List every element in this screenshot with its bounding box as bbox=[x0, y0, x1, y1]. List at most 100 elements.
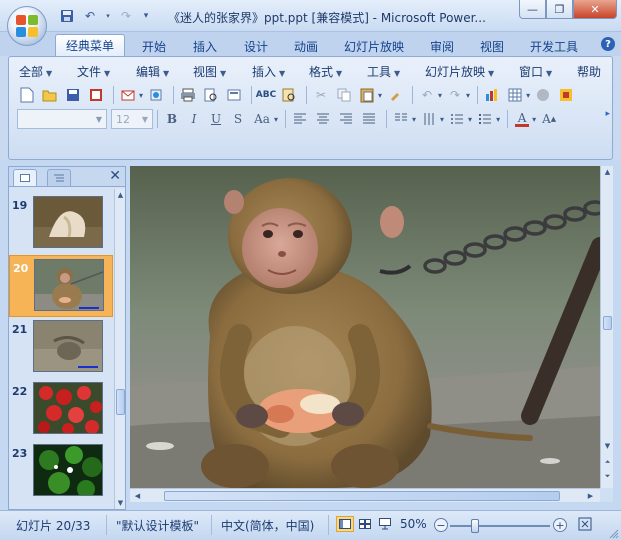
help-icon[interactable]: ? bbox=[601, 37, 615, 51]
toolbar-overflow-icon[interactable]: ▸ bbox=[605, 109, 610, 119]
menu-window[interactable]: 窗口 ▼ bbox=[519, 63, 552, 80]
open-folder-icon[interactable] bbox=[40, 85, 60, 105]
slide-horizontal-scrollbar[interactable]: ◀ ▶ bbox=[130, 488, 600, 502]
print-preview-icon[interactable] bbox=[201, 85, 221, 105]
menu-tools[interactable]: 工具 ▼ bbox=[367, 63, 400, 80]
grayscale-icon[interactable] bbox=[533, 85, 553, 105]
spelling-icon[interactable]: ABC bbox=[256, 85, 276, 105]
save-icon[interactable] bbox=[63, 85, 83, 105]
resize-grip-icon[interactable] bbox=[609, 528, 619, 539]
slide-thumbnail-selected[interactable]: 20 bbox=[9, 255, 113, 317]
chevron-down-icon[interactable]: ▾ bbox=[526, 91, 530, 100]
zoom-out-button[interactable]: − bbox=[434, 518, 448, 532]
format-painter-icon[interactable] bbox=[385, 85, 405, 105]
insert-chart-icon[interactable] bbox=[482, 85, 502, 105]
tab-developer[interactable]: 开发工具 bbox=[530, 38, 578, 58]
fit-to-window-button[interactable] bbox=[576, 516, 594, 532]
font-size-select[interactable]: 12 ▼ bbox=[111, 109, 153, 129]
close-icon[interactable]: ✕ bbox=[109, 168, 121, 184]
justify-icon[interactable] bbox=[359, 109, 379, 129]
tab-design[interactable]: 设计 bbox=[244, 38, 268, 58]
layout-icon[interactable] bbox=[224, 85, 244, 105]
normal-view-button[interactable] bbox=[336, 516, 354, 532]
zoom-level[interactable]: 50% bbox=[400, 517, 427, 531]
underline-button[interactable]: U bbox=[206, 109, 226, 129]
scroll-down-icon[interactable]: ▼ bbox=[602, 440, 613, 452]
menu-insert[interactable]: 插入 ▼ bbox=[252, 63, 285, 80]
paste-icon[interactable] bbox=[357, 85, 377, 105]
slides-tab[interactable] bbox=[13, 169, 37, 186]
menu-all[interactable]: 全部 ▼ bbox=[19, 63, 52, 80]
slide-canvas[interactable] bbox=[130, 166, 600, 488]
tab-animations[interactable]: 动画 bbox=[294, 38, 318, 58]
redo-icon[interactable]: ↷ bbox=[445, 85, 465, 105]
chevron-down-icon[interactable]: ▾ bbox=[468, 115, 472, 124]
close-button[interactable]: ✕ bbox=[573, 0, 617, 19]
minimize-button[interactable]: — bbox=[519, 0, 546, 19]
menu-view[interactable]: 视图 ▼ bbox=[193, 63, 226, 80]
chevron-down-icon[interactable]: ▾ bbox=[440, 115, 444, 124]
menu-help[interactable]: 帮助 bbox=[577, 63, 601, 80]
scroll-down-icon[interactable]: ▼ bbox=[115, 497, 126, 509]
publish-icon[interactable] bbox=[146, 85, 166, 105]
redo-icon[interactable]: ↷ bbox=[117, 8, 135, 24]
menu-slideshow[interactable]: 幻灯片放映 ▼ bbox=[425, 63, 494, 80]
previous-slide-icon[interactable]: ⏶ bbox=[602, 456, 613, 468]
align-center-icon[interactable] bbox=[313, 109, 333, 129]
scroll-up-icon[interactable]: ▲ bbox=[115, 189, 126, 201]
chevron-down-icon[interactable]: ▾ bbox=[378, 91, 382, 100]
chevron-down-icon[interactable]: ▾ bbox=[466, 91, 470, 100]
slide-vertical-scrollbar[interactable]: ▲ ▼ ⏶ ⏷ bbox=[600, 166, 613, 488]
columns-icon[interactable] bbox=[391, 109, 411, 129]
email-icon[interactable] bbox=[118, 85, 138, 105]
language-indicator[interactable]: 中文(简体，中国) bbox=[221, 517, 314, 534]
font-name-select[interactable]: ▼ bbox=[17, 109, 107, 129]
undo-dropdown-icon[interactable]: ▾ bbox=[104, 8, 112, 24]
slide-thumbnail[interactable]: 21 bbox=[9, 317, 113, 379]
tab-review[interactable]: 审阅 bbox=[430, 38, 454, 58]
align-left-icon[interactable] bbox=[290, 109, 310, 129]
undo-icon[interactable]: ↶ bbox=[81, 8, 99, 24]
maximize-button[interactable]: ❐ bbox=[546, 0, 573, 19]
permission-icon[interactable] bbox=[86, 85, 106, 105]
template-name[interactable]: "默认设计模板" bbox=[116, 517, 199, 534]
change-case-button[interactable]: Aa bbox=[250, 109, 274, 129]
save-icon[interactable] bbox=[58, 8, 76, 24]
scroll-thumb[interactable] bbox=[116, 389, 125, 415]
tab-view[interactable]: 视图 bbox=[480, 38, 504, 58]
slideshow-button[interactable] bbox=[376, 516, 394, 532]
outline-tab[interactable] bbox=[47, 169, 71, 186]
slide-thumbnail[interactable]: 23 bbox=[9, 441, 113, 503]
font-color-button[interactable]: A bbox=[512, 109, 532, 129]
color-grid-icon[interactable] bbox=[556, 85, 576, 105]
qat-customize-icon[interactable]: ▾ bbox=[140, 8, 152, 24]
cut-icon[interactable]: ✂ bbox=[311, 85, 331, 105]
scroll-up-icon[interactable]: ▲ bbox=[602, 166, 613, 178]
menu-format[interactable]: 格式 ▼ bbox=[309, 63, 342, 80]
undo-icon[interactable]: ↶ bbox=[417, 85, 437, 105]
menu-edit[interactable]: 编辑 ▼ bbox=[136, 63, 169, 80]
italic-button[interactable]: I bbox=[184, 109, 204, 129]
scroll-thumb[interactable] bbox=[164, 491, 560, 501]
copy-icon[interactable] bbox=[334, 85, 354, 105]
align-right-icon[interactable] bbox=[336, 109, 356, 129]
zoom-slider-track[interactable] bbox=[450, 525, 550, 527]
zoom-slider-knob[interactable] bbox=[471, 519, 479, 533]
zoom-in-button[interactable]: + bbox=[553, 518, 567, 532]
menu-file[interactable]: 文件 ▼ bbox=[77, 63, 110, 80]
insert-table-icon[interactable] bbox=[505, 85, 525, 105]
office-button[interactable] bbox=[7, 6, 47, 46]
tab-slideshow[interactable]: 幻灯片放映 bbox=[344, 38, 404, 58]
chevron-down-icon[interactable]: ▾ bbox=[438, 91, 442, 100]
text-direction-icon[interactable] bbox=[419, 109, 439, 129]
slide-sorter-button[interactable] bbox=[356, 516, 374, 532]
bullets-icon[interactable] bbox=[475, 109, 495, 129]
next-slide-icon[interactable]: ⏷ bbox=[602, 470, 613, 482]
slide-thumbnail[interactable]: 19 bbox=[9, 193, 113, 255]
scroll-left-icon[interactable]: ◀ bbox=[132, 490, 143, 502]
thumbnail-scrollbar[interactable]: ▲ ▼ bbox=[114, 189, 125, 509]
tab-classic-menu[interactable]: 经典菜单 bbox=[55, 34, 126, 56]
chevron-down-icon[interactable]: ▾ bbox=[496, 115, 500, 124]
research-icon[interactable] bbox=[279, 85, 299, 105]
bold-button[interactable]: B bbox=[162, 109, 182, 129]
